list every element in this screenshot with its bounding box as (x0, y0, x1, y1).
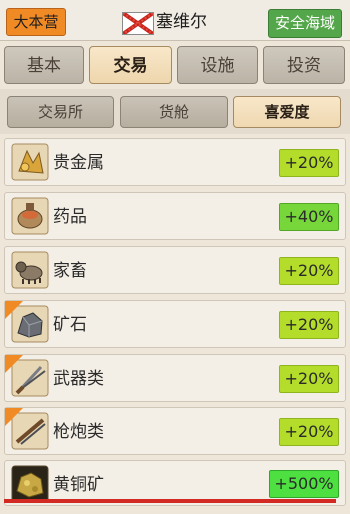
tab-facilities[interactable]: 设施 (177, 46, 258, 84)
item-name: 黄铜矿 (53, 475, 104, 495)
bonus-badge: +20% (279, 311, 339, 339)
bonus-badge: +40% (279, 203, 339, 231)
list-item[interactable]: 武器类 +20% (4, 354, 346, 402)
top-bar: 大本营 塞维尔 安全海域 (0, 0, 350, 41)
item-name: 枪炮类 (53, 422, 104, 442)
list-item[interactable]: 药品 +40% (4, 192, 346, 240)
item-name: 武器类 (53, 369, 104, 389)
city-flag-icon (122, 12, 154, 35)
special-corner-badge (5, 355, 23, 373)
list-item[interactable]: 家畜 +20% (4, 246, 346, 294)
tab-investment[interactable]: 投资 (263, 46, 345, 84)
precious-metal-icon (11, 143, 49, 181)
highlight-underline (4, 499, 336, 503)
tab-trade[interactable]: 交易 (89, 46, 172, 84)
list-item[interactable]: 枪炮类 +20% (4, 407, 346, 455)
headquarters-button[interactable]: 大本营 (6, 8, 66, 36)
bonus-badge: +20% (279, 149, 339, 177)
subtab-exchange[interactable]: 交易所 (7, 96, 114, 128)
subtab-cargo[interactable]: 货舱 (120, 96, 228, 128)
tab-basic[interactable]: 基本 (4, 46, 84, 84)
item-name: 药品 (53, 207, 87, 227)
livestock-icon (11, 251, 49, 289)
item-name: 贵金属 (53, 153, 104, 173)
safe-zone-badge[interactable]: 安全海域 (268, 9, 342, 38)
bonus-badge: +20% (279, 365, 339, 393)
medicine-icon (11, 197, 49, 235)
item-name: 家畜 (53, 261, 87, 281)
subtab-favorability[interactable]: 喜爱度 (233, 96, 341, 128)
bonus-badge: +20% (279, 418, 339, 446)
bonus-badge: +20% (279, 257, 339, 285)
list-item[interactable]: 矿石 +20% (4, 300, 346, 348)
city-name: 塞维尔 (156, 12, 207, 32)
bonus-badge: +500% (269, 470, 339, 498)
list-item[interactable]: 贵金属 +20% (4, 138, 346, 186)
special-corner-badge (5, 408, 23, 426)
item-name: 矿石 (53, 315, 87, 335)
special-corner-badge (5, 301, 23, 319)
chalcopyrite-icon (11, 465, 49, 503)
